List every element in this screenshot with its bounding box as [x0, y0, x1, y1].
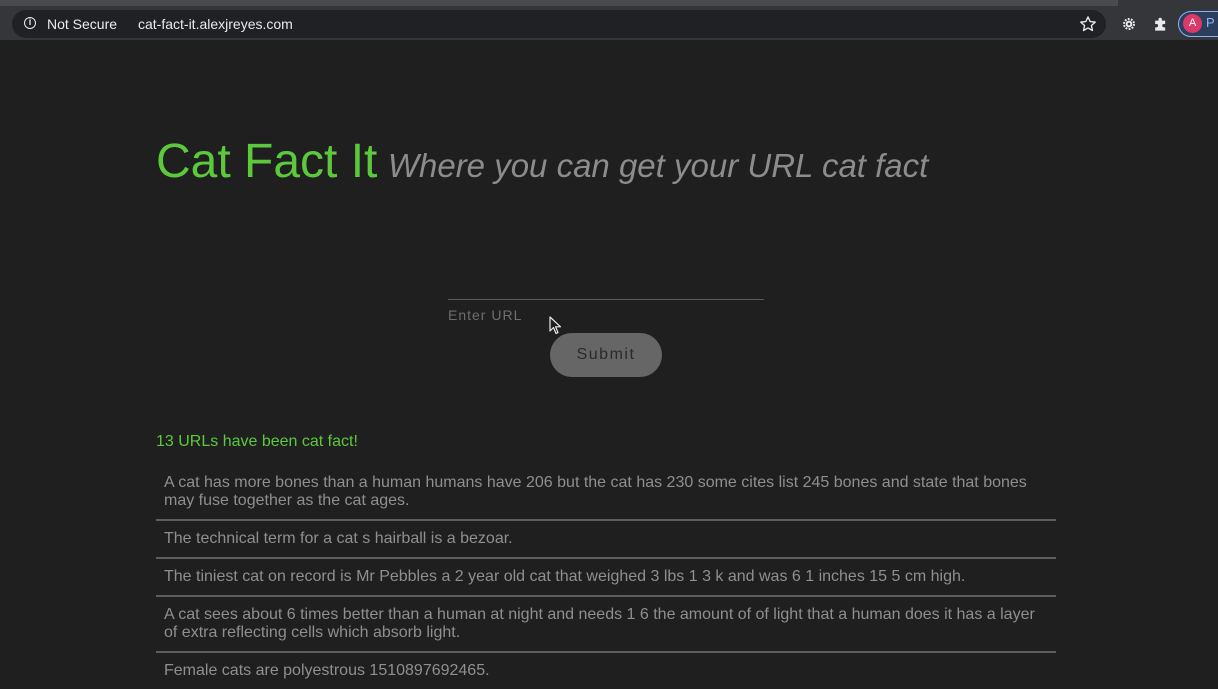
url-input-label: Enter URL [448, 307, 523, 323]
url-count: 13 URLs have been cat fact! [156, 433, 358, 450]
url-form: Enter URL [448, 250, 764, 323]
security-label[interactable]: Not Secure [47, 16, 117, 32]
puzzle-icon[interactable] [1151, 14, 1171, 34]
submit-button[interactable]: Submit [550, 333, 662, 377]
page-tagline: Where you can get your URL cat fact [387, 147, 929, 184]
address-url[interactable]: cat-fact-it.alexjreyes.com [138, 16, 293, 32]
browser-toolbar: i Not Secure cat-fact-it.alexjreyes.com … [0, 0, 1218, 40]
fact-item: Female cats are polyestrous 151089769246… [164, 662, 490, 679]
mouse-cursor-icon [549, 316, 562, 335]
tab-strip [0, 0, 1118, 6]
fact-list: A cat has more bones than a human humans… [156, 465, 1056, 689]
url-input[interactable] [448, 250, 764, 300]
avatar: A [1183, 14, 1202, 33]
fact-item: A cat sees about 6 times better than a h… [156, 597, 1056, 653]
page-content: Cat Fact It Where you can get your URL c… [0, 40, 1218, 679]
header: Cat Fact It Where you can get your URL c… [156, 134, 928, 189]
profile-button[interactable]: A P [1178, 11, 1218, 37]
gear-icon[interactable] [1119, 14, 1139, 34]
info-icon[interactable]: i [24, 17, 36, 29]
star-icon[interactable] [1078, 14, 1098, 34]
page-title: Cat Fact It [156, 135, 378, 188]
profile-label: P [1206, 15, 1215, 30]
address-bar[interactable]: i Not Secure cat-fact-it.alexjreyes.com [12, 10, 1106, 38]
fact-item: A cat has more bones than a human humans… [156, 465, 1056, 521]
fact-item: The technical term for a cat s hairball … [156, 521, 1056, 559]
fact-item: The tiniest cat on record is Mr Pebbles … [156, 559, 1056, 597]
